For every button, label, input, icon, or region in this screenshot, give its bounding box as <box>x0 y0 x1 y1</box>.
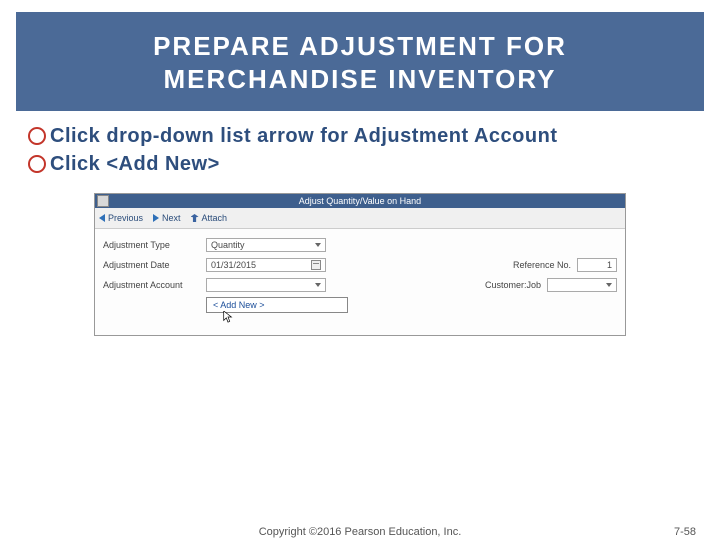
adjustment-type-select[interactable]: Quantity <box>206 238 326 252</box>
previous-button[interactable]: Previous <box>99 213 143 223</box>
qb-toolbar: Previous Next Attach <box>95 208 625 229</box>
content-area: Click drop-down list arrow for Adjustmen… <box>0 111 720 336</box>
arrow-left-icon <box>99 214 105 222</box>
next-label: Next <box>162 213 181 223</box>
pin-icon <box>191 214 199 222</box>
reference-no-field[interactable]: 1 <box>577 258 617 272</box>
label-adjustment-type: Adjustment Type <box>103 240 198 250</box>
title-line-2: MERCHANDISE INVENTORY <box>163 64 556 94</box>
row-adjustment-account: Adjustment Account Customer:Job <box>103 275 617 295</box>
label-reference-no: Reference No. <box>513 260 571 270</box>
bullet-item: Click <Add New> <box>28 151 692 177</box>
previous-label: Previous <box>108 213 143 223</box>
footer-page-number: 7-58 <box>674 526 696 538</box>
bullet-item: Click drop-down list arrow for Adjustmen… <box>28 123 692 149</box>
customer-job-select[interactable] <box>547 278 617 292</box>
qb-body: Adjustment Type Quantity Adjustment Date… <box>95 229 625 335</box>
attach-button[interactable]: Attach <box>191 213 228 223</box>
adjustment-account-select[interactable] <box>206 278 326 292</box>
calendar-icon <box>311 260 321 270</box>
chevron-down-icon <box>315 243 321 247</box>
qb-titlebar: Adjust Quantity/Value on Hand <box>95 194 625 208</box>
qb-window-title: Adjust Quantity/Value on Hand <box>299 196 421 206</box>
title-line-1: PREPARE ADJUSTMENT FOR <box>153 31 567 61</box>
bullet-text: Click drop-down list arrow for Adjustmen… <box>50 123 557 149</box>
screenshot-wrap: Adjust Quantity/Value on Hand Previous N… <box>28 193 692 336</box>
footer-copyright: Copyright ©2016 Pearson Education, Inc. <box>0 526 720 538</box>
qb-window: Adjust Quantity/Value on Hand Previous N… <box>94 193 626 336</box>
bullet-circle-icon <box>28 127 46 145</box>
label-customer-job: Customer:Job <box>485 280 541 290</box>
reference-group: Reference No. 1 <box>513 258 617 272</box>
next-button[interactable]: Next <box>153 213 181 223</box>
cursor-icon <box>223 311 233 323</box>
bullet-text: Click <Add New> <box>50 151 220 177</box>
system-menu-icon[interactable] <box>97 195 109 207</box>
label-adjustment-account: Adjustment Account <box>103 280 198 290</box>
adjustment-date-value: 01/31/2015 <box>211 258 256 272</box>
chevron-down-icon <box>606 283 612 287</box>
arrow-right-icon <box>153 214 159 222</box>
label-adjustment-date: Adjustment Date <box>103 260 198 270</box>
attach-label: Attach <box>202 213 228 223</box>
adjustment-type-value: Quantity <box>211 238 245 252</box>
row-adjustment-type: Adjustment Type Quantity <box>103 235 617 255</box>
title-bar: PREPARE ADJUSTMENT FOR MERCHANDISE INVEN… <box>16 12 704 111</box>
dropdown-item-add-new[interactable]: < Add New > <box>207 298 347 312</box>
customer-group: Customer:Job <box>485 278 617 292</box>
chevron-down-icon <box>315 283 321 287</box>
adjustment-date-field[interactable]: 01/31/2015 <box>206 258 326 272</box>
row-adjustment-date: Adjustment Date 01/31/2015 Reference No.… <box>103 255 617 275</box>
reference-no-value: 1 <box>607 258 612 272</box>
bullet-circle-icon <box>28 155 46 173</box>
slide-title: PREPARE ADJUSTMENT FOR MERCHANDISE INVEN… <box>26 30 694 95</box>
